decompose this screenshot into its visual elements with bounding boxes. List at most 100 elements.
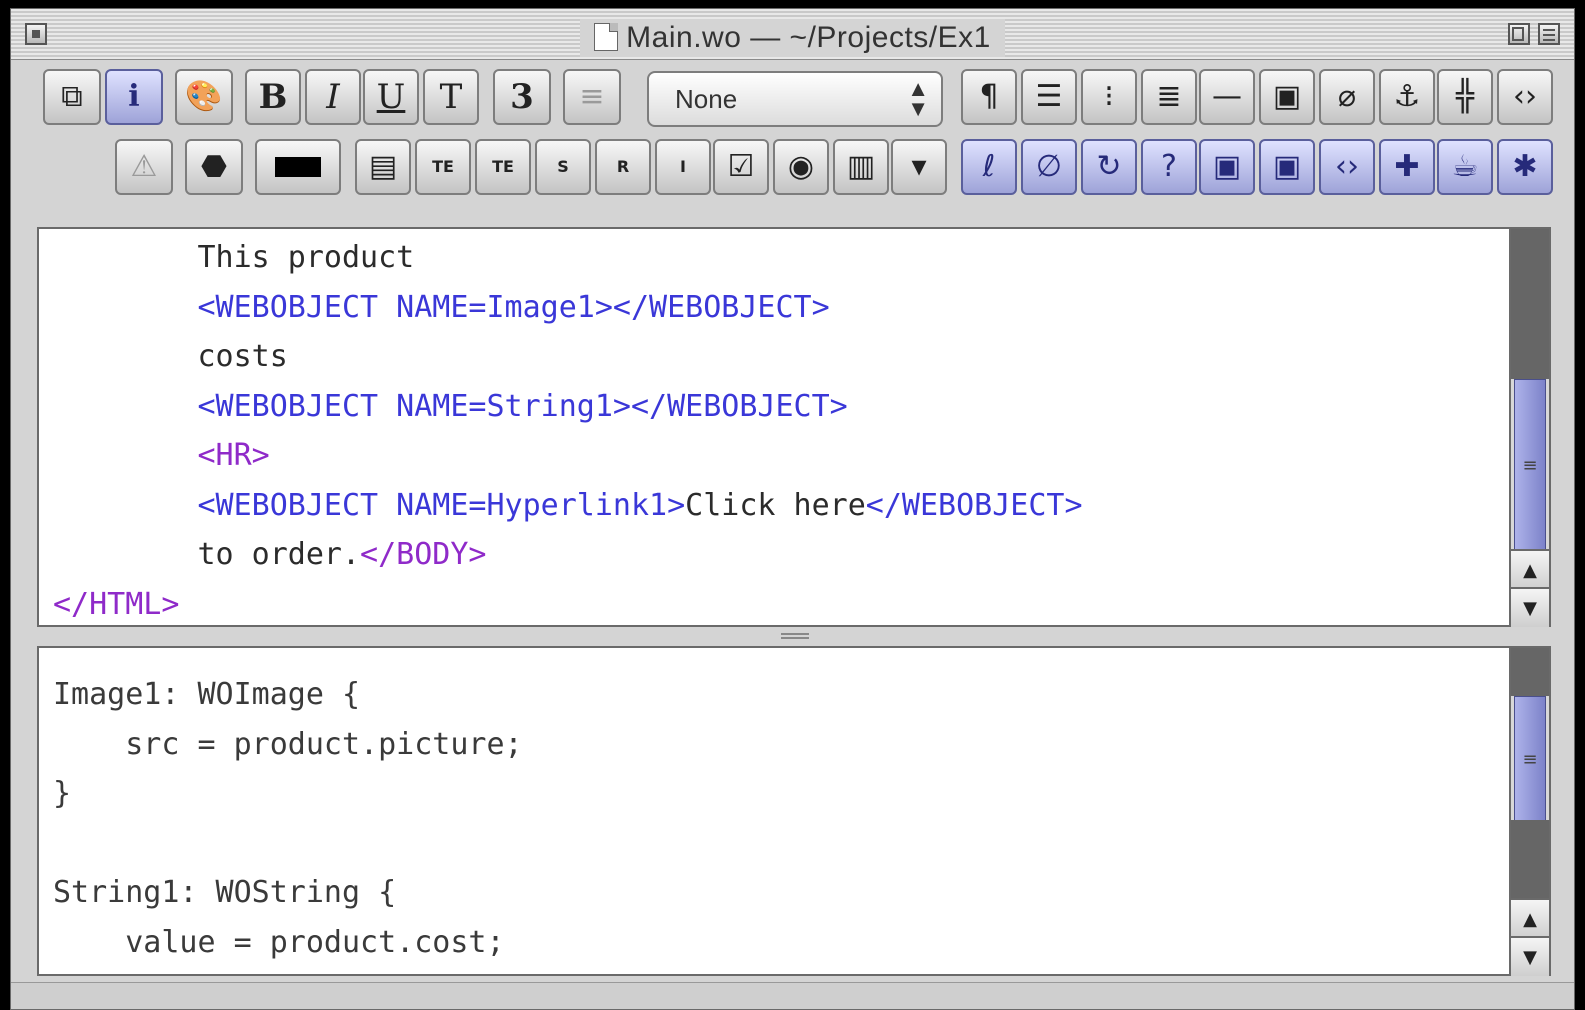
teletype-button[interactable]: T [423, 69, 479, 125]
horizontal-rule-icon: — [1212, 79, 1242, 114]
browser-list-icon: ▥ [846, 149, 876, 184]
style-popup[interactable]: None ▲ ▼ [647, 71, 943, 127]
radio-button-icon[interactable]: ◉ [773, 139, 829, 195]
scroll-down-icon[interactable]: ▼ [1511, 936, 1549, 976]
java-applet-icon[interactable]: ☕ [1437, 139, 1493, 195]
text-block-icon[interactable]: ☰ [1021, 69, 1077, 125]
align-icon[interactable]: ≡ [563, 69, 621, 125]
declarations-scroll-thumb[interactable]: ≡ [1514, 696, 1546, 822]
code-line[interactable]: <WEBOBJECT NAME=Hyperlink1>Click here</W… [53, 481, 1505, 531]
palette-icon[interactable]: 🎨 [175, 69, 233, 125]
declaration-line[interactable]: Image1: WOImage { [53, 670, 1505, 720]
code-line[interactable]: <WEBOBJECT NAME=String1></WEBOBJECT> [53, 382, 1505, 432]
checkbox-icon[interactable]: ☑ [713, 139, 769, 195]
code-tag-segment: </WEBOBJECT> [865, 487, 1083, 523]
pane-splitter[interactable] [781, 631, 809, 641]
duplicate-icon[interactable]: ⧉ [43, 69, 101, 125]
custom-element-icon[interactable]: ✱ [1497, 139, 1553, 195]
declaration-line[interactable]: value = product.cost; [53, 918, 1505, 968]
color-swatch [275, 157, 321, 177]
submit-button-icon: S [557, 157, 569, 176]
horizontal-rule-icon[interactable]: — [1199, 69, 1255, 125]
image-button-icon[interactable]: I [655, 139, 711, 195]
info-icon[interactable]: i [105, 69, 163, 125]
declarations-pane[interactable]: Image1: WOImage { src = product.picture;… [37, 646, 1551, 976]
toolbar: ⧉ i 🎨 B I U T 3 ≡ None ▲ ▼ ¶ ☰ ⁝ ≣ — ▣ ⌀ ⚓ ╬ ‹› ⚠ ⬣ ▤ TE TE S R I… [23, 61, 1574, 211]
active-image-icon: ▣ [1212, 149, 1242, 184]
reset-button-icon: R [616, 157, 630, 176]
text-block-icon: ☰ [1035, 79, 1063, 114]
warning-icon[interactable]: ⚠ [115, 139, 173, 195]
html-source-pane[interactable]: This product <WEBOBJECT NAME=Image1></WE… [37, 227, 1551, 627]
active-image-icon[interactable]: ▣ [1199, 139, 1255, 195]
link-icon[interactable]: ⌀ [1319, 69, 1375, 125]
bullet-list-icon[interactable]: ⁝ [1081, 69, 1137, 125]
text-area-icon[interactable]: TE [475, 139, 531, 195]
paragraph-icon: ¶ [979, 79, 999, 114]
code-line[interactable]: </HTML> [53, 580, 1505, 630]
text-field-icon: TE [432, 157, 454, 176]
browser-list-icon[interactable]: ▥ [833, 139, 889, 195]
image-button-icon: I [680, 157, 686, 176]
bullet-list-icon: ⁝ [1104, 79, 1114, 114]
submit-button-icon[interactable]: S [535, 139, 591, 195]
code-tag-segment: </HTML> [53, 586, 180, 622]
code-line[interactable]: <WEBOBJECT NAME=Image1></WEBOBJECT> [53, 283, 1505, 333]
code-line[interactable]: to order.</BODY> [53, 530, 1505, 580]
repetition-icon: ℓ [982, 149, 996, 184]
zoom-box-icon[interactable] [1508, 23, 1530, 45]
font-size-button[interactable]: 3 [493, 69, 551, 125]
scroll-down-icon[interactable]: ▼ [1511, 587, 1549, 627]
link-icon: ⌀ [1337, 79, 1357, 114]
declarations-text[interactable]: Image1: WOImage { src = product.picture;… [53, 670, 1505, 967]
conditional-icon: ∅ [1035, 149, 1063, 184]
code-tag-icon: ‹› [1513, 79, 1537, 114]
title-bar[interactable]: Main.wo — ~/Projects/Ex1 [11, 9, 1574, 60]
italic-button-label: I [326, 77, 340, 117]
window-bottom-strip [11, 982, 1574, 1009]
numbered-list-icon[interactable]: ≣ [1141, 69, 1197, 125]
repetition-icon[interactable]: ℓ [961, 139, 1017, 195]
conditional-icon[interactable]: ∅ [1021, 139, 1077, 195]
html-source-text[interactable]: This product <WEBOBJECT NAME=Image1></WE… [53, 233, 1505, 629]
refresh-icon[interactable]: ↻ [1081, 139, 1137, 195]
collapse-box-icon[interactable] [1538, 23, 1560, 45]
anchor-icon: ⚓ [1393, 79, 1421, 114]
code-line[interactable]: <HR> [53, 431, 1505, 481]
anchor-icon[interactable]: ⚓ [1379, 69, 1435, 125]
code-line[interactable]: This product [53, 233, 1505, 283]
italic-button[interactable]: I [305, 69, 361, 125]
cursor-image-icon[interactable]: ▣ [1259, 139, 1315, 195]
scroll-up-icon[interactable]: ▲ [1511, 898, 1549, 938]
code-tag-segment: <WEBOBJECT NAME=Hyperlink1> [53, 487, 686, 523]
declarations-scrollbar[interactable]: ≡ ▲ ▼ [1509, 648, 1549, 976]
pin-icon[interactable]: ✚ [1379, 139, 1435, 195]
color-well[interactable] [255, 139, 341, 195]
component-icon: ⬣ [200, 149, 228, 184]
form-icon: ▤ [368, 149, 398, 184]
declaration-line[interactable]: src = product.picture; [53, 720, 1505, 770]
reset-button-icon[interactable]: R [595, 139, 651, 195]
text-field-icon[interactable]: TE [415, 139, 471, 195]
help-icon[interactable]: ? [1141, 139, 1197, 195]
html-scrollbar[interactable]: ≡ ▲ ▼ [1509, 229, 1549, 627]
form-icon[interactable]: ▤ [355, 139, 411, 195]
duplicate-icon: ⧉ [61, 79, 83, 114]
html-scroll-thumb[interactable]: ≡ [1514, 379, 1546, 551]
frames-icon[interactable]: ╬ [1437, 69, 1493, 125]
code-tag-icon[interactable]: ‹› [1497, 69, 1553, 125]
declaration-line[interactable]: } [53, 769, 1505, 819]
scroll-up-icon[interactable]: ▲ [1511, 549, 1549, 589]
popup-menu-icon[interactable]: ▾ [891, 139, 947, 195]
bold-button[interactable]: B [245, 69, 301, 125]
generic-element-icon[interactable]: ‹› [1319, 139, 1375, 195]
component-icon[interactable]: ⬣ [185, 139, 243, 195]
declaration-line[interactable]: String1: WOString { [53, 868, 1505, 918]
underline-button[interactable]: U [363, 69, 419, 125]
paragraph-icon[interactable]: ¶ [961, 69, 1017, 125]
image-icon[interactable]: ▣ [1259, 69, 1315, 125]
cursor-image-icon: ▣ [1272, 149, 1302, 184]
code-line[interactable]: costs [53, 332, 1505, 382]
generic-element-icon: ‹› [1335, 149, 1359, 184]
declaration-line[interactable] [53, 819, 1505, 869]
